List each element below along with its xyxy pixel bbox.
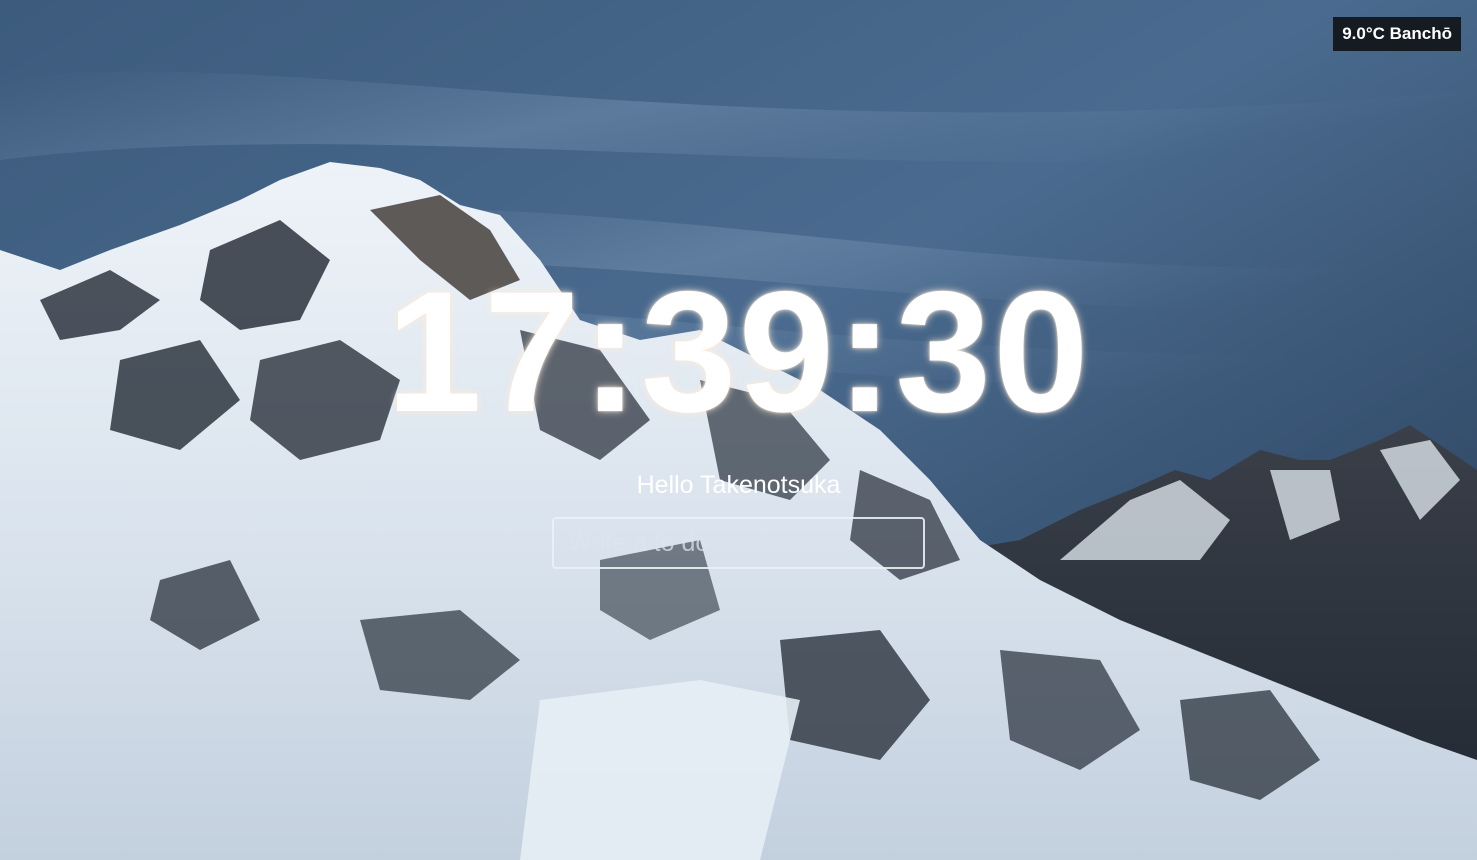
todo-form [552,517,925,569]
main-panel: 17:39:30 Hello Takenotsuka [0,0,1477,860]
todo-input[interactable] [552,517,925,569]
clock: 17:39:30 [386,256,1091,448]
greeting: Hello Takenotsuka [636,471,841,499]
